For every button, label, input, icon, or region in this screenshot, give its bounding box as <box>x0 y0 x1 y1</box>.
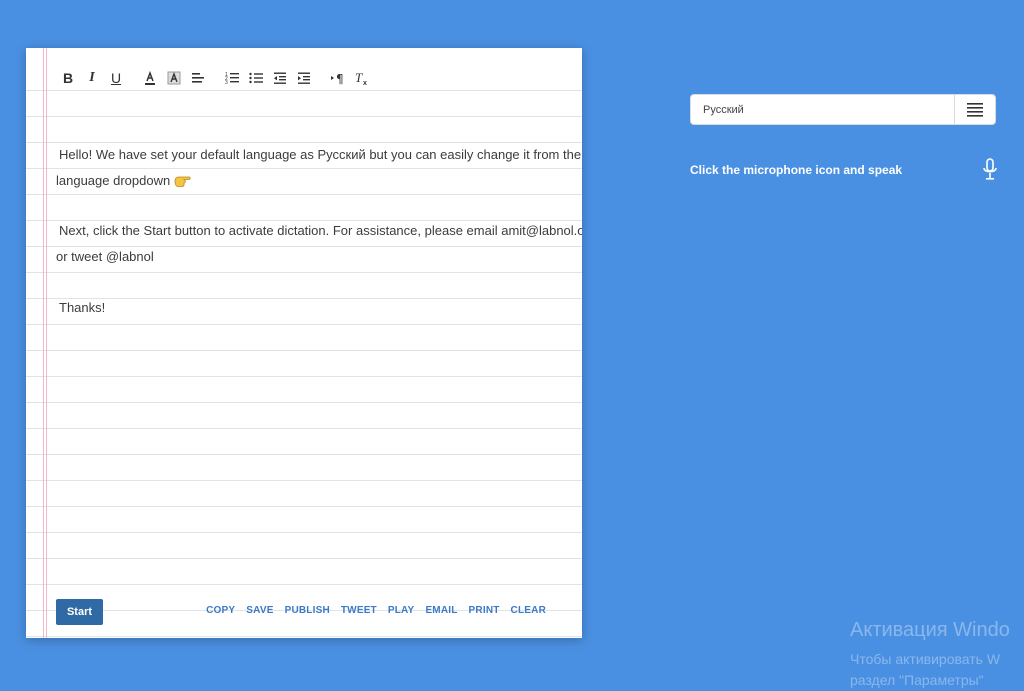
content-line: Thanks! <box>59 300 106 315</box>
publish-button[interactable]: PUBLISH <box>285 605 330 616</box>
play-button[interactable]: PLAY <box>388 605 415 616</box>
indent-icon[interactable] <box>292 66 316 90</box>
watermark-line: раздел "Параметры" <box>850 672 984 688</box>
content-line: Hello! We have set your default language… <box>59 147 582 162</box>
align-left-icon[interactable] <box>186 66 210 90</box>
clear-button[interactable]: CLEAR <box>511 605 546 616</box>
svg-text:T: T <box>355 70 363 85</box>
bold-button[interactable]: B <box>56 66 80 90</box>
content-line: Next, click the Start button to activate… <box>59 223 582 238</box>
margin-line <box>46 48 47 638</box>
svg-text:3: 3 <box>225 80 228 86</box>
watermark-line: Чтобы активировать W <box>850 651 1001 667</box>
activation-watermark-title: Активация Windo <box>850 619 1010 641</box>
content-text: language dropdown <box>56 173 171 188</box>
pointing-hand-icon <box>174 174 192 192</box>
editor-paper[interactable]: B I U 123 ¶ Tx Hello! We have set your d… <box>26 48 582 638</box>
action-links: COPY SAVE PUBLISH TWEET PLAY EMAIL PRINT… <box>206 605 546 616</box>
ordered-list-icon[interactable]: 123 <box>220 66 244 90</box>
language-dropdown[interactable]: Русский <box>690 94 996 125</box>
copy-button[interactable]: COPY <box>206 605 235 616</box>
print-button[interactable]: PRINT <box>469 605 500 616</box>
italic-button[interactable]: I <box>80 66 104 90</box>
activation-watermark-text: Чтобы активировать W раздел "Параметры" <box>850 649 1000 691</box>
email-button[interactable]: EMAIL <box>425 605 457 616</box>
bullet-list-icon[interactable] <box>244 66 268 90</box>
paragraph-direction-icon[interactable]: ¶ <box>326 66 350 90</box>
background-color-icon[interactable] <box>162 66 186 90</box>
formatting-toolbar: B I U 123 ¶ Tx <box>56 65 374 91</box>
content-line: language dropdown <box>56 173 192 192</box>
microphone-icon[interactable] <box>982 158 998 182</box>
microphone-hint: Click the microphone icon and speak <box>690 163 903 177</box>
svg-text:¶: ¶ <box>336 72 344 86</box>
outdent-icon[interactable] <box>268 66 292 90</box>
underline-button[interactable]: U <box>104 66 128 90</box>
tweet-button[interactable]: TWEET <box>341 605 377 616</box>
margin-line <box>43 48 44 638</box>
text-color-icon[interactable] <box>138 66 162 90</box>
svg-text:x: x <box>363 80 367 86</box>
content-line: or tweet @labnol <box>56 249 154 264</box>
menu-icon[interactable] <box>954 95 995 124</box>
language-selected: Русский <box>703 104 744 116</box>
clear-formatting-icon[interactable]: Tx <box>350 66 374 90</box>
save-button[interactable]: SAVE <box>246 605 273 616</box>
start-button[interactable]: Start <box>56 599 103 625</box>
